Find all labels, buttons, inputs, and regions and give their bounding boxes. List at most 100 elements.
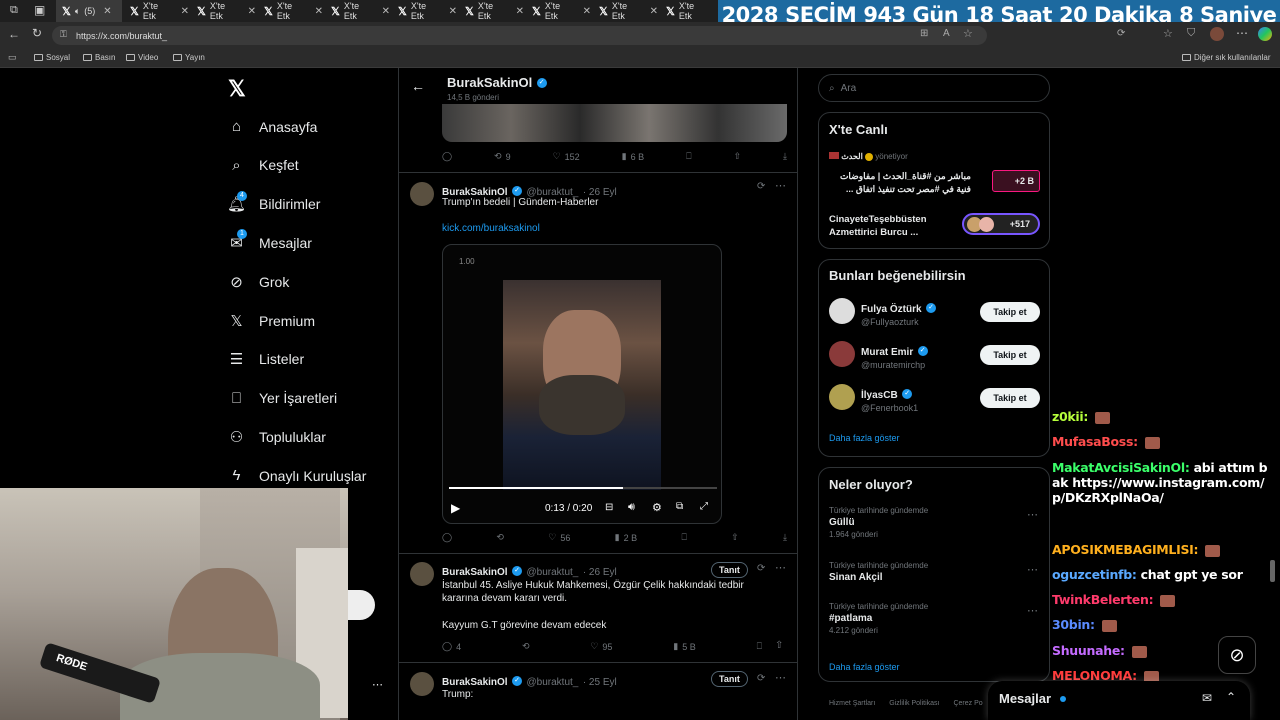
workspaces-icon[interactable]: ⧉: [10, 4, 18, 17]
scrollbar-thumb[interactable]: [1270, 560, 1275, 582]
like-button[interactable]: ♡ 95: [590, 641, 612, 652]
sidebar-item-onaylı-kuruluşlar[interactable]: ϟ Onaylı Kuruluşlar: [228, 467, 367, 484]
follow-button[interactable]: Takip et: [980, 388, 1040, 408]
share-button[interactable]: ⇧: [731, 532, 739, 543]
reply-button[interactable]: ◯: [442, 151, 452, 162]
avatar[interactable]: [410, 562, 434, 586]
close-icon[interactable]: ✕: [583, 6, 591, 17]
live-listener-count[interactable]: +2 B: [992, 170, 1040, 192]
video-player[interactable]: 1.00 ▶ 0:13 / 0:20 ⊟ 🔊︎ ⚙ ⧉ ⤢: [442, 244, 722, 524]
retweet-button[interactable]: ⟲ 9: [494, 151, 511, 162]
fullscreen-icon[interactable]: ⤢: [700, 501, 708, 512]
promote-button[interactable]: Tanıt: [711, 671, 748, 687]
bookmark-folder[interactable]: Video: [126, 53, 158, 62]
tweet-author[interactable]: BurakSakinOl: [442, 677, 508, 688]
tweet-handle[interactable]: @buraktut_: [527, 567, 579, 578]
url-input[interactable]: ⚿ https://x.com/buraktut_: [52, 26, 987, 45]
more-options-icon[interactable]: ⋯: [1027, 604, 1038, 617]
tweet-date[interactable]: · 25 Eyl: [583, 677, 617, 688]
tab[interactable]: 𝕏X'te Etk✕: [124, 0, 189, 22]
close-icon[interactable]: ✕: [248, 6, 256, 17]
more-icon[interactable]: ⋯: [1236, 26, 1248, 40]
sidebar-item-premium[interactable]: 𝕏 Premium: [228, 312, 315, 330]
profile-avatar[interactable]: [1210, 27, 1224, 41]
account-more-icon[interactable]: ⋯: [372, 678, 383, 691]
back-arrow-icon[interactable]: ←: [411, 78, 425, 94]
favorite-star-icon[interactable]: ☆: [963, 27, 973, 40]
grok-button[interactable]: ⊘: [1218, 636, 1256, 674]
new-message-icon[interactable]: ✉: [1202, 691, 1212, 705]
play-icon[interactable]: ▶: [451, 501, 460, 515]
follow-button[interactable]: Takip et: [980, 302, 1040, 322]
shield-icon[interactable]: ⛉: [1187, 27, 1195, 40]
live-space-title[interactable]: مباشر من #قناة_الحدث | مفاوضات فنية في #…: [829, 170, 971, 196]
back-icon[interactable]: ←: [8, 27, 20, 41]
site-info-icon[interactable]: ⚿: [60, 29, 67, 40]
more-options-icon[interactable]: ⋯: [1027, 508, 1038, 521]
tab[interactable]: 𝕏X'te Etk✕: [593, 0, 658, 22]
grok-icon[interactable]: ⟳: [757, 673, 765, 684]
bookmark-folder[interactable]: Basın: [83, 53, 115, 62]
close-icon[interactable]: ✕: [181, 6, 189, 17]
sidebar-item-mesajlar[interactable]: ✉ 1 Mesajlar: [228, 229, 312, 252]
footer-link[interactable]: Hizmet Şartları: [829, 700, 875, 707]
reply-button[interactable]: ◯ 4: [442, 641, 461, 652]
tweet-author[interactable]: BurakSakinOl: [442, 567, 508, 578]
bookmark-button[interactable]: ⎕: [681, 532, 686, 543]
messages-drawer[interactable]: Mesajlar ✉ ⌃: [988, 681, 1250, 720]
share-button[interactable]: ⇧: [733, 151, 741, 162]
share-icon[interactable]: ⇧: [775, 640, 783, 651]
search-input[interactable]: ⌕ Ara: [818, 74, 1050, 102]
tab[interactable]: 𝕏X'te Etk✕: [392, 0, 457, 22]
views-button[interactable]: ▮ 6 B: [622, 151, 644, 162]
reply-button[interactable]: ◯: [442, 532, 452, 543]
more-options-icon[interactable]: ⋯: [775, 671, 786, 684]
captions-icon[interactable]: ⊟: [605, 502, 613, 513]
bookmarks-menu-icon[interactable]: ▭: [8, 52, 17, 63]
trend-item[interactable]: Türkiye tarihinde gündemde #patlama 4.212 …: [829, 602, 928, 635]
tab[interactable]: 𝕏X'te Etk✕: [258, 0, 323, 22]
grok-icon[interactable]: ⟳: [757, 563, 765, 574]
suggested-user[interactable]: Murat Emir ✓ @muratemirchp: [861, 342, 928, 370]
footer-link[interactable]: Gizlilik Politikası: [889, 700, 939, 707]
sidebar-item-topluluklar[interactable]: ⚇ Topluluklar: [228, 428, 326, 446]
live-listener-count[interactable]: +517: [962, 213, 1040, 235]
bookmark-folder[interactable]: Sosyal: [34, 53, 70, 62]
sidebar-item-yer-i-şaretleri[interactable]: ⎕ Yer İşaretleri: [228, 390, 337, 407]
sidebar-item-grok[interactable]: ⊘ Grok: [228, 273, 289, 291]
live-host[interactable]: الحدث yönetiyor: [829, 152, 908, 161]
suggested-user[interactable]: Fulya Öztürk ✓ @Fullyaozturk: [861, 299, 937, 327]
close-icon[interactable]: ✕: [449, 6, 457, 17]
settings-gear-icon[interactable]: ⚙: [652, 501, 662, 514]
avatar[interactable]: [410, 672, 434, 696]
more-options-icon[interactable]: ⋯: [775, 179, 786, 192]
tab[interactable]: 𝕏X'te Etk✕: [526, 0, 591, 22]
tweet-link[interactable]: kick.com/buraksakinol: [442, 222, 540, 235]
avatar[interactable]: [829, 384, 855, 410]
pip-icon[interactable]: ⧉: [676, 501, 683, 512]
tab[interactable]: 𝕏X'te Etk✕: [325, 0, 390, 22]
promote-button[interactable]: Tanıt: [711, 562, 748, 578]
suggested-user[interactable]: İlyasCB ✓ @Fenerbook1: [861, 385, 918, 413]
avatar[interactable]: [829, 341, 855, 367]
copilot-icon[interactable]: [1258, 27, 1272, 41]
volume-icon[interactable]: 🔊︎: [628, 501, 635, 514]
read-aloud-icon[interactable]: A: [943, 28, 950, 39]
download-button[interactable]: ⤓: [783, 532, 787, 543]
views-button[interactable]: ▮ 2 B: [615, 532, 637, 543]
trend-item[interactable]: Türkiye tarihinde gündemde Güllü 1.964 gön…: [829, 506, 928, 539]
trend-item[interactable]: Türkiye tarihinde gündemde Sinan Akçil: [829, 561, 928, 585]
other-bookmarks[interactable]: Diğer sık kullanılanlar: [1182, 53, 1270, 62]
views-button[interactable]: ▮ 5 B: [673, 641, 695, 652]
close-icon[interactable]: ✕: [382, 6, 390, 17]
like-button[interactable]: ♡ 56: [548, 532, 570, 543]
show-more-link[interactable]: Daha fazla göster: [829, 662, 900, 672]
reload-icon[interactable]: ↻: [32, 26, 42, 40]
tab-mute-icon[interactable]: 🔈︎: [75, 6, 80, 17]
footer-link[interactable]: Çerez Po: [953, 700, 982, 707]
extensions-icon[interactable]: ⟳: [1117, 28, 1125, 39]
install-icon[interactable]: ⊞: [920, 28, 928, 39]
tweet-handle[interactable]: @buraktut_: [527, 677, 579, 688]
tab[interactable]: 𝕏X'te Etk✕: [660, 0, 725, 22]
tab-actions-icon[interactable]: ▣: [34, 3, 45, 17]
